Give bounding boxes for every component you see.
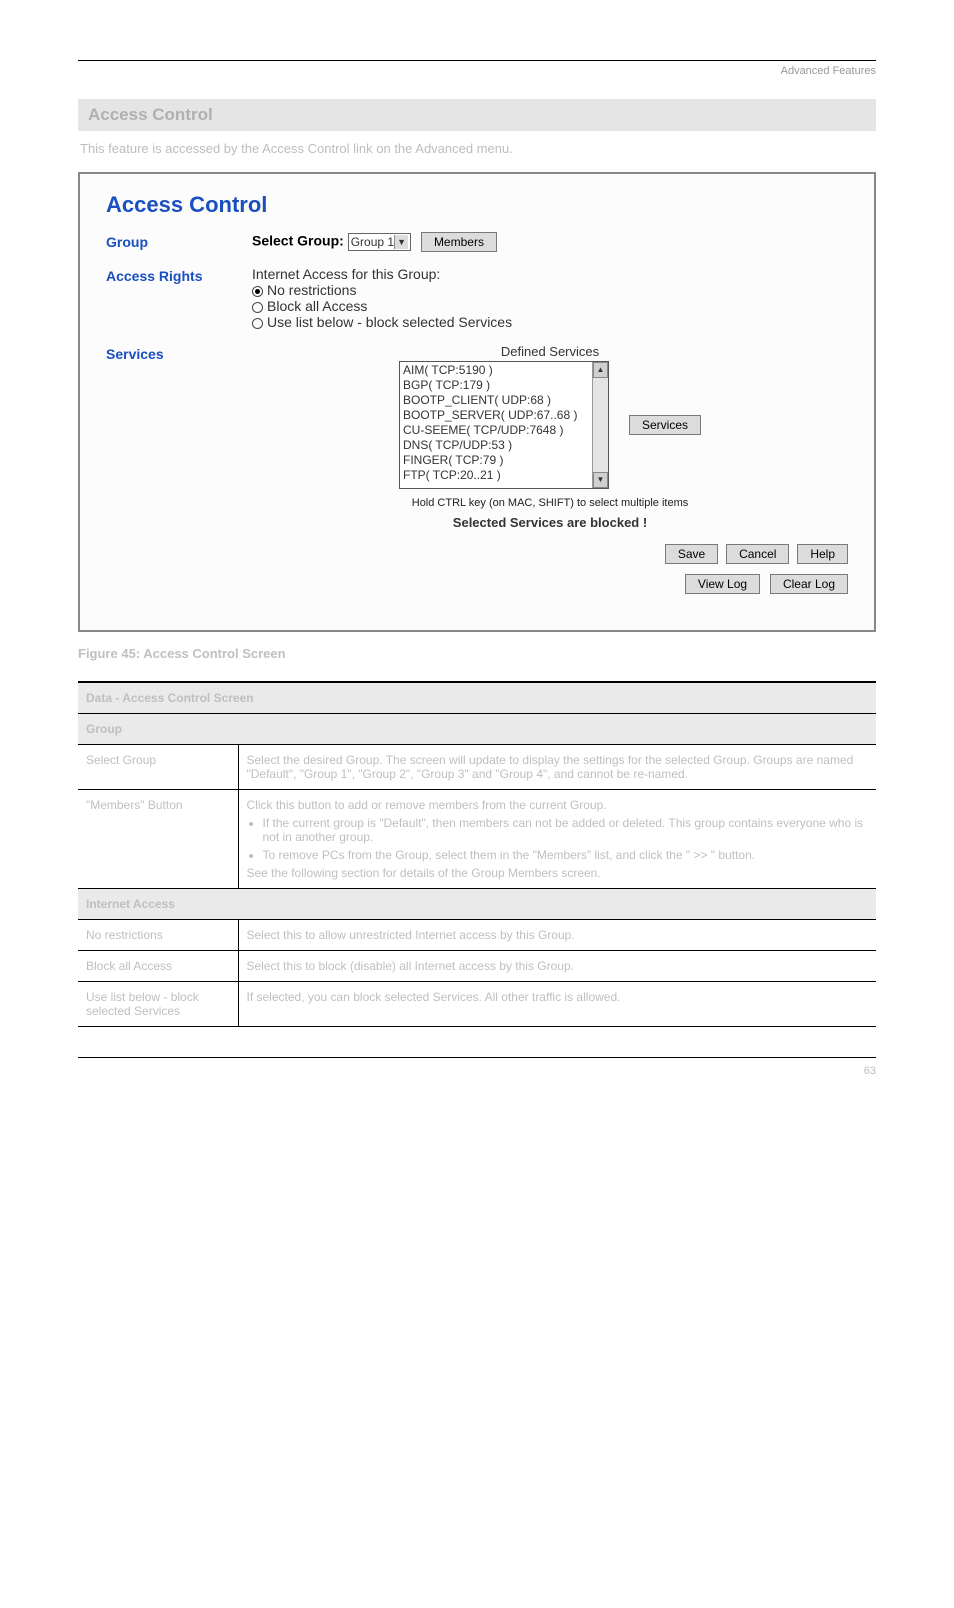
table-cell: Block all Access: [78, 951, 238, 982]
group-select[interactable]: Group 1▼: [348, 233, 411, 252]
defined-services-label: Defined Services: [252, 344, 848, 359]
table-cell: Select this to block (disable) all Inter…: [238, 951, 876, 982]
page-header-right: Advanced Features: [78, 65, 876, 77]
scroll-up-icon[interactable]: ▲: [593, 362, 608, 378]
view-log-button[interactable]: View Log: [685, 574, 760, 594]
listbox-scrollbar[interactable]: ▲ ▼: [592, 362, 608, 488]
scroll-down-icon[interactable]: ▼: [593, 472, 608, 488]
table-cell: Select this to allow unrestricted Intern…: [238, 920, 876, 951]
multiselect-hint: Hold CTRL key (on MAC, SHIFT) to select …: [252, 497, 848, 509]
table-section-group: Group: [78, 714, 876, 745]
access-rights-section-label: Access Rights: [106, 266, 252, 330]
blocked-message: Selected Services are blocked !: [252, 515, 848, 530]
select-group-label: Select Group:: [252, 233, 344, 249]
table-section-internet: Internet Access: [78, 889, 876, 920]
save-button[interactable]: Save: [665, 544, 718, 564]
table-cell: If selected, you can block selected Serv…: [238, 982, 876, 1027]
table-cell: Click this button to add or remove membe…: [238, 790, 876, 889]
chevron-down-icon[interactable]: ▼: [394, 235, 408, 249]
intro-text: This feature is accessed by the Access C…: [80, 141, 874, 156]
services-section-label: Services: [106, 344, 252, 594]
help-button[interactable]: Help: [797, 544, 848, 564]
radio-use-list[interactable]: [252, 318, 263, 329]
group-section-label: Group: [106, 232, 252, 252]
access-rights-intro: Internet Access for this Group:: [252, 266, 848, 282]
table-cell: Use list below - block selected Services: [78, 982, 238, 1027]
cancel-button[interactable]: Cancel: [726, 544, 789, 564]
data-table: Data - Access Control Screen Group Selec…: [78, 681, 876, 1027]
page-number: 63: [864, 1065, 876, 1077]
table-cell: "Members" Button: [78, 790, 238, 889]
section-heading: Access Control: [78, 99, 876, 131]
clear-log-button[interactable]: Clear Log: [770, 574, 848, 594]
radio-block-all[interactable]: [252, 302, 263, 313]
screenshot-title: Access Control: [106, 192, 848, 218]
table-cell: Select Group: [78, 745, 238, 790]
members-button[interactable]: Members: [421, 232, 497, 252]
table-title: Data - Access Control Screen: [78, 682, 876, 714]
radio-no-restrictions[interactable]: [252, 286, 263, 297]
table-cell: Select the desired Group. The screen wil…: [238, 745, 876, 790]
access-control-screenshot: Access Control Group Select Group: Group…: [78, 172, 876, 632]
services-button[interactable]: Services: [629, 415, 701, 435]
services-listbox[interactable]: AIM( TCP:5190 ) BGP( TCP:179 ) BOOTP_CLI…: [399, 361, 609, 489]
figure-caption: Figure 45: Access Control Screen: [78, 646, 876, 661]
table-cell: No restrictions: [78, 920, 238, 951]
